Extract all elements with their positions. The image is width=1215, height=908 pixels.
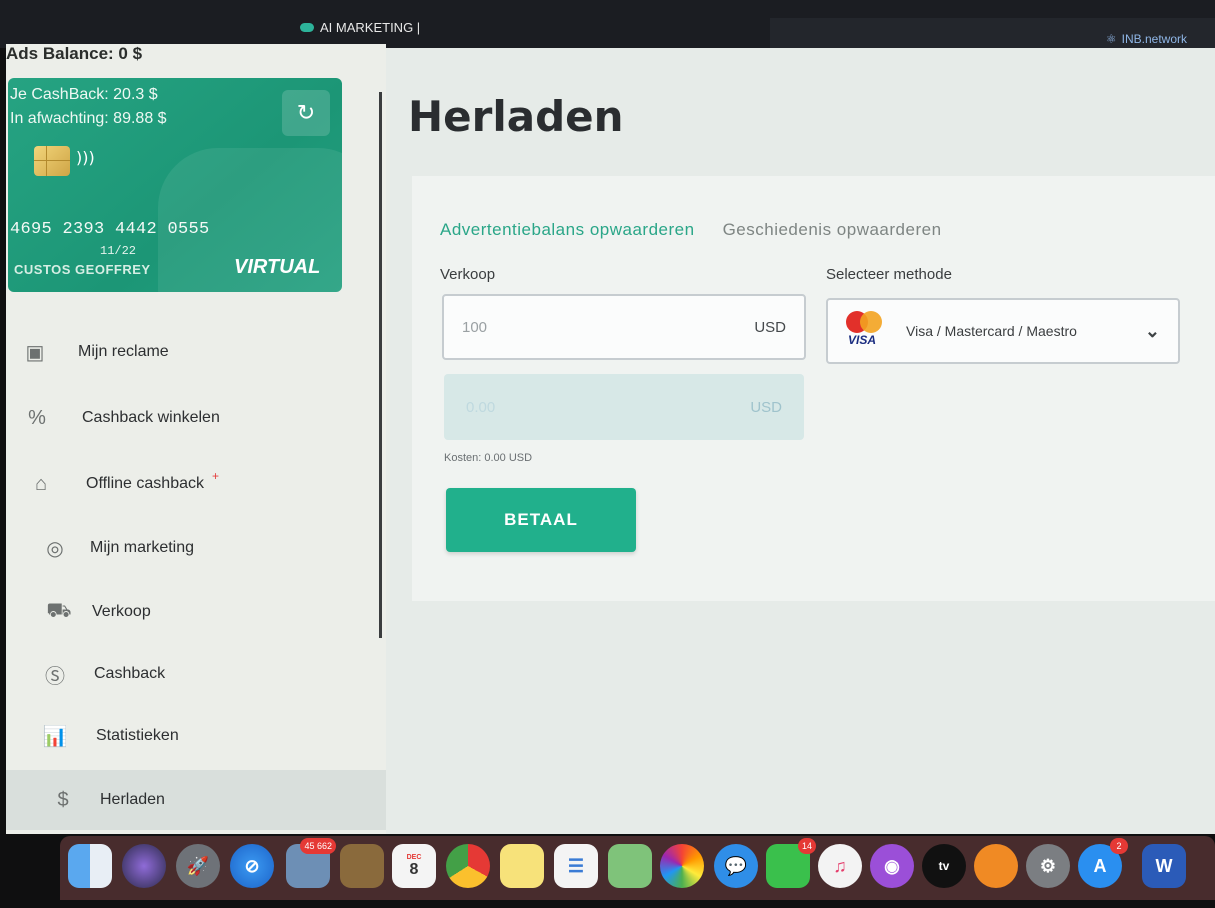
target-icon: ◎ <box>46 537 64 560</box>
converted-amount-field: 0.00 USD <box>444 374 804 440</box>
books-icon[interactable] <box>974 844 1018 888</box>
mastercard-visa-logo-icon: VISA <box>846 311 886 351</box>
facetime-badge: 14 <box>797 838 816 854</box>
fee-text: Kosten: 0.00 USD <box>444 452 533 464</box>
chevron-down-icon: ⌄ <box>1144 320 1160 341</box>
sidebar-item-offline-cashback[interactable]: ⌂ Offline cashback + <box>6 454 386 514</box>
browser-tab-ai-marketing[interactable]: AI MARKETING | <box>300 20 420 35</box>
photo-app-icon[interactable]: 45 662 <box>286 838 336 888</box>
photo-badge: 45 662 <box>300 838 336 854</box>
card-type: VIRTUAL <box>234 256 321 278</box>
sale-amount-input[interactable]: 100 USD <box>442 294 806 360</box>
browser-tab-inb[interactable]: ⚛ INB.network <box>770 18 1215 48</box>
podcasts-icon[interactable]: ◉ <box>870 844 914 888</box>
system-preferences-icon[interactable]: ⚙ <box>1026 844 1070 888</box>
dollar-circle-icon: Ⓢ <box>45 665 65 688</box>
site-label: ⚛ INB.network <box>1105 32 1187 46</box>
apple-tv-icon[interactable]: tv <box>922 844 966 888</box>
card-holder: CUSTOS GEOFFREY <box>14 262 151 277</box>
atom-icon: ⚛ <box>1105 32 1117 46</box>
contacts-icon[interactable] <box>340 844 384 888</box>
chrome-icon[interactable] <box>446 844 490 888</box>
sale-currency: USD <box>754 318 786 336</box>
card-expiry: 11/22 <box>100 244 137 258</box>
sidebar-item-label: Cashback winkelen <box>82 409 220 426</box>
sidebar-item-label: Herladen <box>100 791 165 808</box>
reminders-icon[interactable]: ☰ <box>554 844 598 888</box>
contactless-icon: ))) <box>76 148 95 167</box>
converted-amount-value: 0.00 <box>466 398 496 416</box>
calendar-icon[interactable]: DEC 8 <box>392 844 436 888</box>
reload-panel: Advertentiebalans opwaarderen Geschieden… <box>412 176 1215 601</box>
ads-balance: Ads Balance: 0 $ <box>6 44 143 63</box>
macos-dock: 🚀 ⊘ 45 662 DEC 8 ☰ 💬 14 ♫ ◉ tv ⚙ A 2 W <box>60 836 1215 900</box>
sidebar-item-herladen[interactable]: $ Herladen <box>6 770 386 830</box>
percent-badge-icon: % <box>28 406 46 429</box>
tabs: Advertentiebalans opwaarderen Geschieden… <box>440 220 942 240</box>
sidebar-item-label: Verkoop <box>92 603 151 620</box>
messages-icon[interactable]: 💬 <box>714 844 758 888</box>
app-store-icon[interactable]: A 2 <box>1078 838 1128 888</box>
sidebar-item-cashback-winkelen[interactable]: % Cashback winkelen <box>6 388 386 448</box>
sale-amount-value: 100 <box>462 318 488 336</box>
tab-title: AI MARKETING | <box>320 20 421 35</box>
browser-top-bar: AI MARKETING | ⚛ INB.network <box>0 0 1215 48</box>
music-icon[interactable]: ♫ <box>818 844 862 888</box>
bar-chart-icon: 📊 <box>42 725 68 748</box>
id-badge-icon: ▣ <box>25 341 45 364</box>
card-pending: In afwachting: 89.88 $ <box>10 110 167 127</box>
launchpad-icon[interactable]: 🚀 <box>176 844 220 888</box>
card-number: 4695 2393 4442 0555 <box>10 220 210 239</box>
method-value: Visa / Mastercard / Maestro <box>906 323 1077 339</box>
converted-currency: USD <box>750 398 782 416</box>
sale-label: Verkoop <box>440 266 496 283</box>
screen: AI MARKETING | ⚛ INB.network Ads Balance… <box>0 0 1215 908</box>
sidebar-item-label: Mijn marketing <box>90 539 195 556</box>
refresh-button[interactable]: ↻ <box>282 90 330 136</box>
card-cashback: Je CashBack: 20.3 $ <box>10 86 158 103</box>
tab-geschiedenis[interactable]: Geschiedenis opwaarderen <box>723 220 942 240</box>
sidebar-item-cashback[interactable]: Ⓢ Cashback <box>6 644 386 704</box>
app-store-badge: 2 <box>1110 838 1128 854</box>
notes-icon[interactable] <box>500 844 544 888</box>
visa-logo-text: VISA <box>848 333 877 347</box>
siri-icon[interactable] <box>122 844 166 888</box>
shopping-bag-icon: ⌂ <box>34 472 48 495</box>
facetime-icon[interactable]: 14 <box>766 838 816 888</box>
sidebar-item-label: Mijn reclame <box>78 343 169 360</box>
photos-icon[interactable] <box>660 844 704 888</box>
main-content: Herladen Advertentiebalans opwaarderen G… <box>386 48 1215 834</box>
new-marker: + <box>212 469 220 483</box>
site-favicon-icon <box>300 23 314 32</box>
card-chip-icon <box>34 146 70 176</box>
refresh-icon: ↻ <box>296 100 316 126</box>
finder-icon[interactable] <box>68 844 112 888</box>
sidebar: Ads Balance: 0 $ Je CashBack: 20.3 $ In … <box>6 44 386 834</box>
cashback-card: Je CashBack: 20.3 $ In afwachting: 89.88… <box>8 78 342 292</box>
pay-button[interactable]: BETAAL <box>446 488 636 552</box>
sidebar-item-verkoop[interactable]: ⛟ Verkoop <box>6 582 386 642</box>
sidebar-item-label: Statistieken <box>96 727 179 744</box>
sidebar-item-mijn-reclame[interactable]: ▣ Mijn reclame <box>6 322 386 382</box>
dollar-icon: $ <box>57 788 69 811</box>
method-label: Selecteer methode <box>826 266 952 283</box>
sidebar-item-statistieken[interactable]: 📊 Statistieken <box>6 706 386 766</box>
sidebar-item-label: Cashback <box>94 665 166 682</box>
word-icon[interactable]: W <box>1142 844 1186 888</box>
sidebar-item-label: Offline cashback <box>86 475 204 492</box>
page-title: Herladen <box>408 92 624 141</box>
sidebar-item-mijn-marketing[interactable]: ◎ Mijn marketing <box>6 518 386 578</box>
cart-icon: ⛟ <box>46 599 72 622</box>
maps-icon[interactable] <box>608 844 652 888</box>
tab-advertentiebalans[interactable]: Advertentiebalans opwaarderen <box>440 220 695 240</box>
sidebar-divider <box>379 92 382 638</box>
safari-icon[interactable]: ⊘ <box>230 844 274 888</box>
payment-method-select[interactable]: VISA Visa / Mastercard / Maestro ⌄ <box>826 298 1180 364</box>
